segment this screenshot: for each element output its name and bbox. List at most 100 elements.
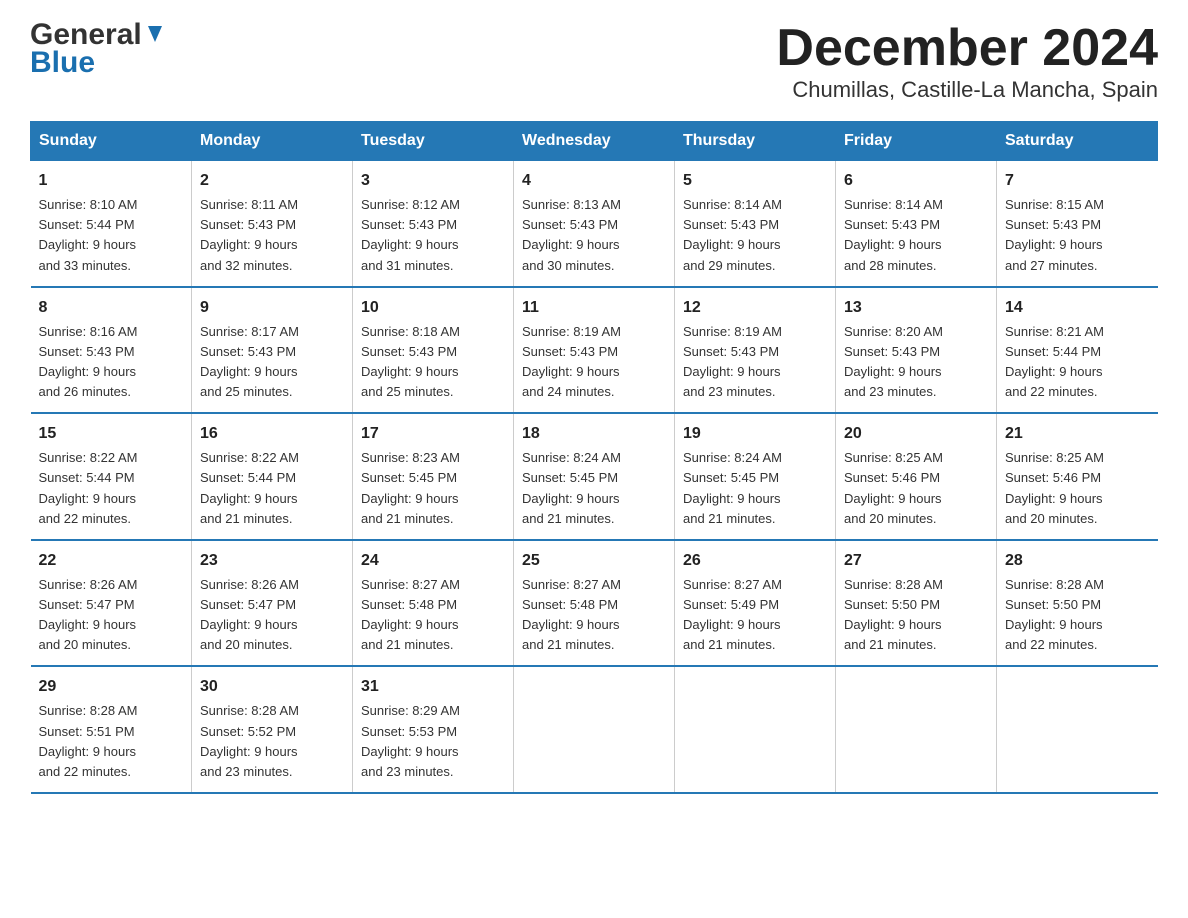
day-number: 6 xyxy=(844,169,988,193)
calendar-week-row: 8 Sunrise: 8:16 AM Sunset: 5:43 PM Dayli… xyxy=(31,287,1158,414)
day-info: Sunrise: 8:28 AM Sunset: 5:50 PM Dayligh… xyxy=(844,575,988,656)
day-number: 24 xyxy=(361,549,505,573)
calendar-cell: 9 Sunrise: 8:17 AM Sunset: 5:43 PM Dayli… xyxy=(192,287,353,414)
calendar-cell xyxy=(836,666,997,793)
day-info: Sunrise: 8:28 AM Sunset: 5:50 PM Dayligh… xyxy=(1005,575,1150,656)
day-number: 19 xyxy=(683,422,827,446)
header-saturday: Saturday xyxy=(997,122,1158,161)
day-info: Sunrise: 8:22 AM Sunset: 5:44 PM Dayligh… xyxy=(39,448,184,529)
calendar-cell xyxy=(997,666,1158,793)
day-number: 25 xyxy=(522,549,666,573)
header-tuesday: Tuesday xyxy=(353,122,514,161)
day-number: 30 xyxy=(200,675,344,699)
day-number: 20 xyxy=(844,422,988,446)
day-number: 4 xyxy=(522,169,666,193)
day-info: Sunrise: 8:25 AM Sunset: 5:46 PM Dayligh… xyxy=(1005,448,1150,529)
calendar-cell: 20 Sunrise: 8:25 AM Sunset: 5:46 PM Dayl… xyxy=(836,413,997,540)
calendar-cell: 18 Sunrise: 8:24 AM Sunset: 5:45 PM Dayl… xyxy=(514,413,675,540)
calendar-cell: 27 Sunrise: 8:28 AM Sunset: 5:50 PM Dayl… xyxy=(836,540,997,667)
day-info: Sunrise: 8:16 AM Sunset: 5:43 PM Dayligh… xyxy=(39,322,184,403)
calendar-cell: 19 Sunrise: 8:24 AM Sunset: 5:45 PM Dayl… xyxy=(675,413,836,540)
calendar-cell: 13 Sunrise: 8:20 AM Sunset: 5:43 PM Dayl… xyxy=(836,287,997,414)
calendar-cell: 17 Sunrise: 8:23 AM Sunset: 5:45 PM Dayl… xyxy=(353,413,514,540)
day-info: Sunrise: 8:18 AM Sunset: 5:43 PM Dayligh… xyxy=(361,322,505,403)
day-info: Sunrise: 8:19 AM Sunset: 5:43 PM Dayligh… xyxy=(522,322,666,403)
page-header: General Blue December 2024 Chumillas, Ca… xyxy=(30,20,1158,103)
calendar-cell xyxy=(675,666,836,793)
calendar-cell: 14 Sunrise: 8:21 AM Sunset: 5:44 PM Dayl… xyxy=(997,287,1158,414)
header-friday: Friday xyxy=(836,122,997,161)
day-number: 15 xyxy=(39,422,184,446)
day-info: Sunrise: 8:27 AM Sunset: 5:48 PM Dayligh… xyxy=(361,575,505,656)
calendar-week-row: 22 Sunrise: 8:26 AM Sunset: 5:47 PM Dayl… xyxy=(31,540,1158,667)
day-info: Sunrise: 8:14 AM Sunset: 5:43 PM Dayligh… xyxy=(683,195,827,276)
day-number: 17 xyxy=(361,422,505,446)
day-number: 26 xyxy=(683,549,827,573)
calendar-cell: 12 Sunrise: 8:19 AM Sunset: 5:43 PM Dayl… xyxy=(675,287,836,414)
calendar-cell: 31 Sunrise: 8:29 AM Sunset: 5:53 PM Dayl… xyxy=(353,666,514,793)
day-info: Sunrise: 8:15 AM Sunset: 5:43 PM Dayligh… xyxy=(1005,195,1150,276)
calendar-cell: 23 Sunrise: 8:26 AM Sunset: 5:47 PM Dayl… xyxy=(192,540,353,667)
day-number: 10 xyxy=(361,296,505,320)
calendar-cell: 1 Sunrise: 8:10 AM Sunset: 5:44 PM Dayli… xyxy=(31,161,192,287)
calendar-week-row: 15 Sunrise: 8:22 AM Sunset: 5:44 PM Dayl… xyxy=(31,413,1158,540)
calendar-cell: 16 Sunrise: 8:22 AM Sunset: 5:44 PM Dayl… xyxy=(192,413,353,540)
calendar-cell: 4 Sunrise: 8:13 AM Sunset: 5:43 PM Dayli… xyxy=(514,161,675,287)
logo-blue: Blue xyxy=(30,46,95,80)
calendar-cell: 10 Sunrise: 8:18 AM Sunset: 5:43 PM Dayl… xyxy=(353,287,514,414)
calendar-cell: 24 Sunrise: 8:27 AM Sunset: 5:48 PM Dayl… xyxy=(353,540,514,667)
calendar-table: SundayMondayTuesdayWednesdayThursdayFrid… xyxy=(30,121,1158,794)
day-number: 31 xyxy=(361,675,505,699)
day-number: 16 xyxy=(200,422,344,446)
day-number: 9 xyxy=(200,296,344,320)
logo-arrow-icon xyxy=(144,22,166,44)
day-number: 29 xyxy=(39,675,184,699)
day-info: Sunrise: 8:26 AM Sunset: 5:47 PM Dayligh… xyxy=(200,575,344,656)
day-number: 5 xyxy=(683,169,827,193)
calendar-cell: 8 Sunrise: 8:16 AM Sunset: 5:43 PM Dayli… xyxy=(31,287,192,414)
page-title: December 2024 xyxy=(776,20,1158,77)
day-info: Sunrise: 8:22 AM Sunset: 5:44 PM Dayligh… xyxy=(200,448,344,529)
calendar-week-row: 29 Sunrise: 8:28 AM Sunset: 5:51 PM Dayl… xyxy=(31,666,1158,793)
calendar-cell: 15 Sunrise: 8:22 AM Sunset: 5:44 PM Dayl… xyxy=(31,413,192,540)
calendar-cell: 22 Sunrise: 8:26 AM Sunset: 5:47 PM Dayl… xyxy=(31,540,192,667)
day-info: Sunrise: 8:10 AM Sunset: 5:44 PM Dayligh… xyxy=(39,195,184,276)
day-number: 12 xyxy=(683,296,827,320)
day-number: 23 xyxy=(200,549,344,573)
day-info: Sunrise: 8:28 AM Sunset: 5:51 PM Dayligh… xyxy=(39,701,184,782)
calendar-cell: 21 Sunrise: 8:25 AM Sunset: 5:46 PM Dayl… xyxy=(997,413,1158,540)
day-info: Sunrise: 8:29 AM Sunset: 5:53 PM Dayligh… xyxy=(361,701,505,782)
day-info: Sunrise: 8:20 AM Sunset: 5:43 PM Dayligh… xyxy=(844,322,988,403)
day-number: 2 xyxy=(200,169,344,193)
header-monday: Monday xyxy=(192,122,353,161)
calendar-cell xyxy=(514,666,675,793)
calendar-cell: 6 Sunrise: 8:14 AM Sunset: 5:43 PM Dayli… xyxy=(836,161,997,287)
calendar-header-row: SundayMondayTuesdayWednesdayThursdayFrid… xyxy=(31,122,1158,161)
day-number: 22 xyxy=(39,549,184,573)
title-block: December 2024 Chumillas, Castille-La Man… xyxy=(776,20,1158,103)
day-info: Sunrise: 8:13 AM Sunset: 5:43 PM Dayligh… xyxy=(522,195,666,276)
day-info: Sunrise: 8:23 AM Sunset: 5:45 PM Dayligh… xyxy=(361,448,505,529)
calendar-week-row: 1 Sunrise: 8:10 AM Sunset: 5:44 PM Dayli… xyxy=(31,161,1158,287)
calendar-cell: 29 Sunrise: 8:28 AM Sunset: 5:51 PM Dayl… xyxy=(31,666,192,793)
day-number: 1 xyxy=(39,169,184,193)
logo: General Blue xyxy=(30,20,166,80)
day-info: Sunrise: 8:25 AM Sunset: 5:46 PM Dayligh… xyxy=(844,448,988,529)
day-number: 7 xyxy=(1005,169,1150,193)
day-info: Sunrise: 8:27 AM Sunset: 5:49 PM Dayligh… xyxy=(683,575,827,656)
day-number: 3 xyxy=(361,169,505,193)
day-info: Sunrise: 8:19 AM Sunset: 5:43 PM Dayligh… xyxy=(683,322,827,403)
calendar-cell: 25 Sunrise: 8:27 AM Sunset: 5:48 PM Dayl… xyxy=(514,540,675,667)
header-wednesday: Wednesday xyxy=(514,122,675,161)
day-info: Sunrise: 8:11 AM Sunset: 5:43 PM Dayligh… xyxy=(200,195,344,276)
day-number: 14 xyxy=(1005,296,1150,320)
calendar-cell: 28 Sunrise: 8:28 AM Sunset: 5:50 PM Dayl… xyxy=(997,540,1158,667)
day-number: 13 xyxy=(844,296,988,320)
day-info: Sunrise: 8:12 AM Sunset: 5:43 PM Dayligh… xyxy=(361,195,505,276)
page-subtitle: Chumillas, Castille-La Mancha, Spain xyxy=(776,77,1158,103)
day-number: 27 xyxy=(844,549,988,573)
day-info: Sunrise: 8:26 AM Sunset: 5:47 PM Dayligh… xyxy=(39,575,184,656)
calendar-cell: 11 Sunrise: 8:19 AM Sunset: 5:43 PM Dayl… xyxy=(514,287,675,414)
day-info: Sunrise: 8:21 AM Sunset: 5:44 PM Dayligh… xyxy=(1005,322,1150,403)
calendar-cell: 7 Sunrise: 8:15 AM Sunset: 5:43 PM Dayli… xyxy=(997,161,1158,287)
